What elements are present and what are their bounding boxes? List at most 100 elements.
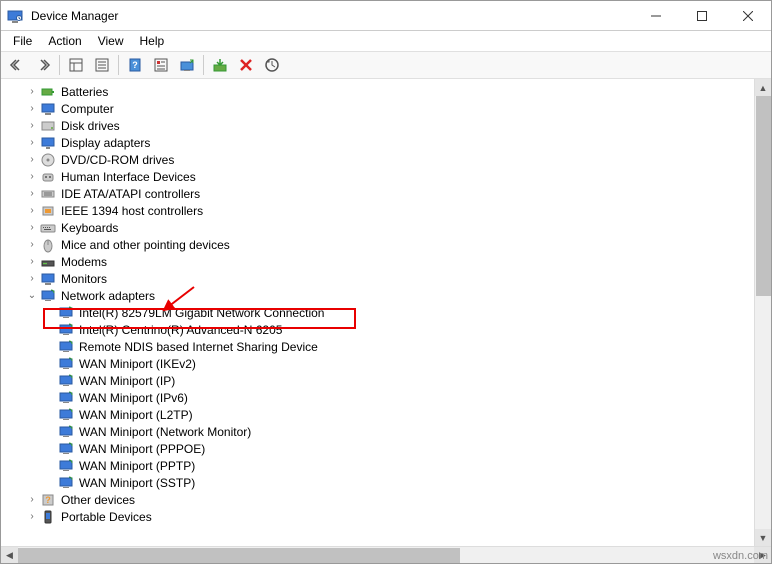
tree-node[interactable]: › DVD/CD-ROM drives <box>1 151 754 168</box>
tree-node[interactable]: WAN Miniport (PPTP) <box>1 457 754 474</box>
tree-node[interactable]: Intel(R) 82579LM Gigabit Network Connect… <box>1 304 754 321</box>
tree-node[interactable]: ›Batteries <box>1 83 754 100</box>
tree-node[interactable]: ›IEEE 1394 host controllers <box>1 202 754 219</box>
menu-action[interactable]: Action <box>40 32 89 50</box>
tree-node-label: IDE ATA/ATAPI controllers <box>59 187 202 201</box>
expand-icon[interactable]: › <box>25 119 39 133</box>
tree-node-label: Remote NDIS based Internet Sharing Devic… <box>77 340 320 354</box>
tree-node[interactable]: › Disk drives <box>1 117 754 134</box>
tree-node-label: WAN Miniport (SSTP) <box>77 476 197 490</box>
back-button[interactable] <box>5 53 29 77</box>
tree-node[interactable]: ›Modems <box>1 253 754 270</box>
scroll-down-button[interactable]: ▼ <box>755 529 771 546</box>
tree-node-label: DVD/CD-ROM drives <box>59 153 176 167</box>
expander-placeholder <box>43 323 57 337</box>
tree-node-label: Intel(R) Centrino(R) Advanced-N 6205 <box>77 323 284 337</box>
help-button[interactable]: ? <box>123 53 147 77</box>
properties-button[interactable] <box>90 53 114 77</box>
expand-icon[interactable]: › <box>25 493 39 507</box>
expand-icon[interactable]: › <box>25 85 39 99</box>
scroll-up-button[interactable]: ▲ <box>755 79 771 96</box>
tree-node[interactable]: ›Mice and other pointing devices <box>1 236 754 253</box>
collapse-icon[interactable]: ⌄ <box>25 289 39 303</box>
scan-hardware-button[interactable] <box>260 53 284 77</box>
horizontal-scrollbar[interactable]: ◀ ▶ <box>1 546 771 563</box>
tree-node[interactable]: Intel(R) Centrino(R) Advanced-N 6205 <box>1 321 754 338</box>
minimize-button[interactable] <box>633 1 679 31</box>
expand-icon[interactable]: › <box>25 187 39 201</box>
menu-file[interactable]: File <box>5 32 40 50</box>
expand-icon[interactable]: › <box>25 204 39 218</box>
menu-view[interactable]: View <box>90 32 132 50</box>
scroll-track[interactable] <box>18 547 754 563</box>
tree-node[interactable]: ›Computer <box>1 100 754 117</box>
watermark: wsxdn.com <box>713 550 768 562</box>
tree-node-label: WAN Miniport (IPv6) <box>77 391 190 405</box>
app-icon <box>7 8 23 24</box>
tree-node-label: WAN Miniport (PPTP) <box>77 459 197 473</box>
enable-button[interactable] <box>208 53 232 77</box>
expander-placeholder <box>43 408 57 422</box>
tree-node-label: Disk drives <box>59 119 122 133</box>
show-hide-console-button[interactable] <box>64 53 88 77</box>
netcard-icon <box>58 458 74 474</box>
content-area: ›Batteries›Computer›Disk drives›Display … <box>1 79 771 546</box>
device-manager-window: Device Manager File Action View Help ? ›… <box>0 0 772 564</box>
expand-icon[interactable]: › <box>25 153 39 167</box>
menubar: File Action View Help <box>1 31 771 51</box>
expand-icon[interactable]: › <box>25 272 39 286</box>
expand-icon[interactable]: › <box>25 510 39 524</box>
device-tree[interactable]: ›Batteries›Computer›Disk drives›Display … <box>1 79 754 546</box>
tree-node-label: WAN Miniport (PPPOE) <box>77 442 207 456</box>
scroll-thumb-h[interactable] <box>18 548 460 563</box>
tree-node-label: Network adapters <box>59 289 157 303</box>
tree-node[interactable]: WAN Miniport (PPPOE) <box>1 440 754 457</box>
tree-node[interactable]: ›Keyboards <box>1 219 754 236</box>
tree-node[interactable]: › Human Interface Devices <box>1 168 754 185</box>
expand-icon[interactable]: › <box>25 102 39 116</box>
maximize-button[interactable] <box>679 1 725 31</box>
tree-node-label: WAN Miniport (IKEv2) <box>77 357 198 371</box>
tree-node[interactable]: WAN Miniport (SSTP) <box>1 474 754 491</box>
expander-placeholder <box>43 357 57 371</box>
tree-node[interactable]: WAN Miniport (IKEv2) <box>1 355 754 372</box>
expand-icon[interactable]: › <box>25 255 39 269</box>
expander-placeholder <box>43 476 57 490</box>
tree-node-label: Portable Devices <box>59 510 154 524</box>
ide-icon <box>40 186 56 202</box>
scroll-left-button[interactable]: ◀ <box>1 547 18 563</box>
tree-node[interactable]: WAN Miniport (Network Monitor) <box>1 423 754 440</box>
tree-node[interactable]: › Portable Devices <box>1 508 754 525</box>
scroll-thumb[interactable] <box>756 96 771 296</box>
computer-icon <box>40 101 56 117</box>
tree-node[interactable]: ›Monitors <box>1 270 754 287</box>
expand-icon[interactable]: › <box>25 170 39 184</box>
tree-node[interactable]: ⌄ Network adapters <box>1 287 754 304</box>
tree-node[interactable]: ›?Other devices <box>1 491 754 508</box>
toolbar-separator <box>203 55 204 75</box>
tree-node[interactable]: Remote NDIS based Internet Sharing Devic… <box>1 338 754 355</box>
ieee-icon <box>40 203 56 219</box>
expander-placeholder <box>43 306 57 320</box>
action-button[interactable] <box>149 53 173 77</box>
netcard-icon <box>58 424 74 440</box>
menu-help[interactable]: Help <box>132 32 173 50</box>
tree-node[interactable]: › IDE ATA/ATAPI controllers <box>1 185 754 202</box>
expand-icon[interactable]: › <box>25 221 39 235</box>
expand-icon[interactable]: › <box>25 238 39 252</box>
tree-node[interactable]: WAN Miniport (IPv6) <box>1 389 754 406</box>
uninstall-button[interactable] <box>234 53 258 77</box>
update-driver-button[interactable] <box>175 53 199 77</box>
vertical-scrollbar[interactable]: ▲ ▼ <box>754 79 771 546</box>
tree-node[interactable]: ›Display adapters <box>1 134 754 151</box>
expand-icon[interactable]: › <box>25 136 39 150</box>
close-button[interactable] <box>725 1 771 31</box>
tree-node-label: Human Interface Devices <box>59 170 198 184</box>
titlebar[interactable]: Device Manager <box>1 1 771 31</box>
tree-node[interactable]: WAN Miniport (IP) <box>1 372 754 389</box>
forward-button[interactable] <box>31 53 55 77</box>
expander-placeholder <box>43 442 57 456</box>
tree-node[interactable]: WAN Miniport (L2TP) <box>1 406 754 423</box>
monitor-icon <box>40 271 56 287</box>
netcard-icon <box>58 407 74 423</box>
